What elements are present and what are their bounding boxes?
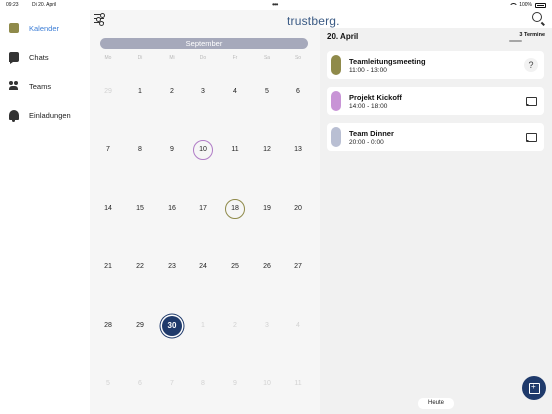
calendar-day[interactable]: 2: [162, 82, 182, 102]
event-time: 11:00 - 13:00: [349, 67, 387, 74]
event-card-teamleitungsmeeting[interactable]: Teamleitungsmeeting 11:00 - 13:00 ?: [327, 51, 544, 79]
sidebar-item-label: Einladungen: [29, 110, 71, 120]
app-root: 09:23 Di 20. April ••• 100% Kalender Cha…: [0, 0, 552, 414]
weekday-label: Di: [137, 55, 143, 61]
event-time: 14:00 - 18:00: [349, 103, 388, 110]
calendar-day[interactable]: 3: [257, 316, 277, 336]
battery-icon: [535, 2, 546, 8]
calendar-day[interactable]: 29: [98, 82, 118, 102]
sidebar-item-teams[interactable]: Teams: [9, 79, 51, 93]
event-count: 3 Termine: [519, 32, 545, 38]
calendar-day[interactable]: 26: [257, 257, 277, 277]
calendar-day[interactable]: 19: [257, 199, 277, 219]
calendar-panel: September Mo Di Mi Do Fr Sa So 29 1 2 3 4 5 6 7 8 9 10 11…: [90, 10, 320, 414]
calendar-day[interactable]: 14: [98, 199, 118, 219]
calendar-day[interactable]: 4: [225, 82, 245, 102]
wifi-icon: [509, 2, 519, 8]
weekday-label: Mi: [169, 55, 175, 61]
calendar-day[interactable]: 9: [225, 374, 245, 394]
filter-icon[interactable]: [94, 13, 105, 26]
weekday-label: Fr: [232, 55, 238, 61]
calendar-day[interactable]: 22: [130, 257, 150, 277]
calendar-day[interactable]: 1: [193, 316, 213, 336]
calendar-day[interactable]: 21: [98, 257, 118, 277]
event-title: Team Dinner: [349, 129, 394, 138]
calendar-day[interactable]: 29: [130, 316, 150, 336]
calendar-day[interactable]: 27: [288, 257, 308, 277]
event-card-team-dinner[interactable]: Team Dinner 20:00 - 0:00: [327, 123, 544, 151]
calendar-day[interactable]: 1: [130, 82, 150, 102]
calendar-day[interactable]: 6: [130, 374, 150, 394]
weekday-label: So: [294, 55, 302, 61]
calendar-day[interactable]: 20: [288, 199, 308, 219]
calendar-day[interactable]: 10: [257, 374, 277, 394]
calendar-day[interactable]: 17: [193, 199, 213, 219]
add-event-button[interactable]: [522, 376, 546, 400]
calendar-day[interactable]: 16: [162, 199, 182, 219]
event-title: Projekt Kickoff: [349, 93, 402, 102]
calendar-day[interactable]: 8: [193, 374, 213, 394]
message-icon[interactable]: [524, 130, 538, 144]
sidebar-item-einladungen[interactable]: Einladungen: [9, 108, 71, 122]
month-header[interactable]: September: [100, 38, 308, 49]
sidebar-item-chats[interactable]: Chats: [9, 50, 49, 64]
calendar-day[interactable]: 2: [225, 316, 245, 336]
calendar-day[interactable]: 30: [162, 316, 182, 336]
weekday-label: Do: [199, 55, 207, 61]
today-button[interactable]: Heute: [418, 398, 454, 409]
weekday-header: Mo Di Mi Do Fr Sa So: [90, 55, 320, 63]
calendar-day[interactable]: 9: [162, 140, 182, 160]
calendar-day[interactable]: 11: [288, 374, 308, 394]
sidebar-item-label: Teams: [29, 81, 52, 91]
event-time: 20:00 - 0:00: [349, 139, 384, 146]
calendar-day[interactable]: 7: [98, 140, 118, 160]
event-card-projekt-kickoff[interactable]: Projekt Kickoff 14:00 - 18:00: [327, 87, 544, 115]
status-date: Di 20. April: [32, 2, 57, 8]
event-title: Teamleitungsmeeting: [349, 57, 426, 66]
status-time: 09:23: [6, 2, 19, 8]
calendar-day[interactable]: 28: [98, 316, 118, 336]
calendar-day[interactable]: 23: [162, 257, 182, 277]
calendar-day[interactable]: 25: [225, 257, 245, 277]
calendar-day[interactable]: 18: [225, 199, 245, 219]
calendar-day[interactable]: 12: [257, 140, 277, 160]
calendar-icon: [9, 23, 19, 33]
calendar-day[interactable]: 11: [225, 140, 245, 160]
sidebar-item-kalender[interactable]: Kalender: [9, 21, 59, 35]
sidebar-item-label: Kalender: [29, 23, 60, 33]
selected-date: 20. April: [327, 32, 359, 41]
calendar-day[interactable]: 5: [257, 82, 277, 102]
bell-icon: [9, 110, 19, 122]
calendar-day[interactable]: 8: [130, 140, 150, 160]
people-icon: [9, 81, 19, 91]
app-title: trustberg.: [287, 14, 340, 28]
calendar-day[interactable]: 4: [288, 316, 308, 336]
calendar-day[interactable]: 10: [193, 140, 213, 160]
calendar-day[interactable]: 13: [288, 140, 308, 160]
calendar-day[interactable]: 24: [193, 257, 213, 277]
weekday-label: Sa: [263, 55, 271, 61]
chat-icon: [9, 52, 19, 64]
search-icon[interactable]: [532, 12, 542, 22]
calendar-day[interactable]: 15: [130, 199, 150, 219]
event-color-bar: [331, 55, 341, 75]
event-color-bar: [331, 91, 341, 111]
weekday-label: Mo: [104, 55, 112, 61]
event-count-underline: [509, 40, 522, 42]
event-color-bar: [331, 127, 341, 147]
question-icon[interactable]: ?: [524, 58, 538, 72]
battery-percent: 100%: [519, 2, 532, 8]
events-panel: 20. April 3 Termine Teamleitungsmeeting …: [320, 28, 552, 414]
multitask-dots[interactable]: •••: [272, 0, 278, 9]
status-right: 100%: [509, 2, 546, 8]
sidebar: Kalender Chats Teams Einladungen: [0, 10, 90, 414]
message-icon[interactable]: [524, 94, 538, 108]
calendar-day[interactable]: 6: [288, 82, 308, 102]
calendar-day[interactable]: 5: [98, 374, 118, 394]
status-bar: 09:23 Di 20. April ••• 100%: [0, 0, 552, 10]
calendar-day[interactable]: 7: [162, 374, 182, 394]
sidebar-item-label: Chats: [29, 52, 49, 62]
calendar-day[interactable]: 3: [193, 82, 213, 102]
